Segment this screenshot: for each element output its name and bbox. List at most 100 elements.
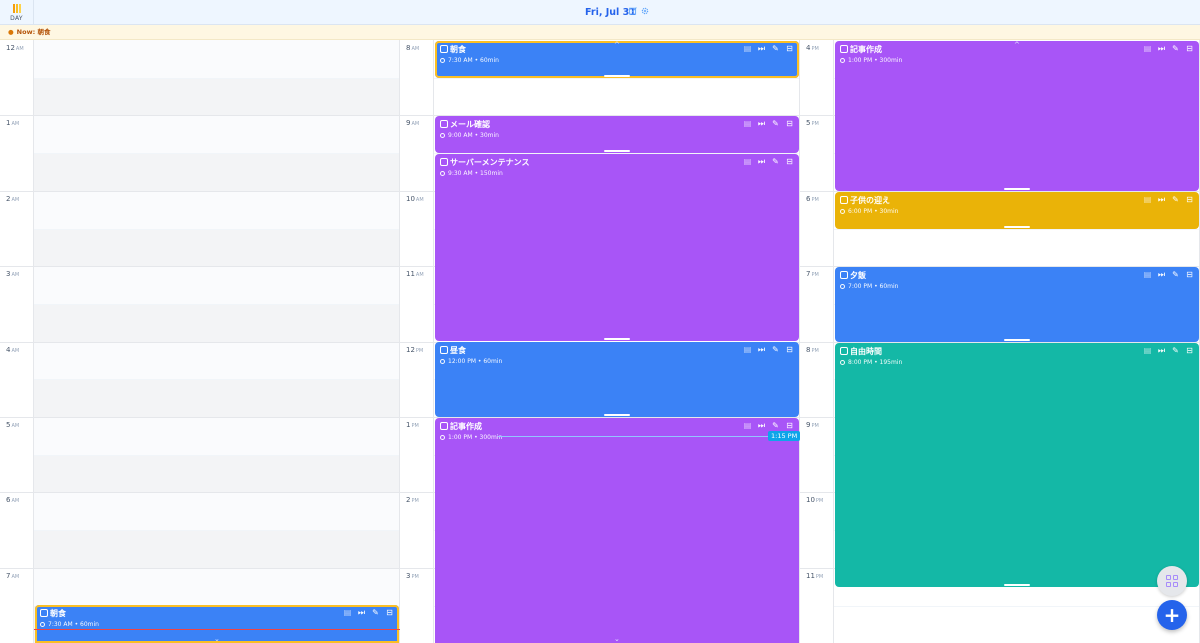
event-card[interactable]: 昼食 12:00 PM • 60min ▤ ⏭ ✎ ⊟ bbox=[435, 342, 799, 417]
complete-checkbox[interactable] bbox=[440, 346, 448, 354]
calendar-view-icon bbox=[12, 3, 21, 13]
slot-half-hour[interactable] bbox=[34, 228, 399, 267]
now-dot-icon: ● bbox=[8, 28, 14, 36]
edit-pencil-icon[interactable]: ✎ bbox=[1171, 270, 1180, 279]
edit-pencil-icon[interactable]: ✎ bbox=[771, 44, 780, 53]
slot-half-hour[interactable] bbox=[34, 303, 399, 342]
settings-gear-icon[interactable] bbox=[641, 7, 650, 16]
edit-pencil-icon[interactable]: ✎ bbox=[1171, 346, 1180, 355]
event-card[interactable]: 朝食 7:30 AM • 60min ▤ ⏭ ✎ ⊟ ⌄ bbox=[35, 605, 399, 643]
event-title: 朝食 bbox=[450, 45, 466, 54]
resize-handle[interactable] bbox=[604, 75, 630, 77]
skip-icon[interactable]: ⏭ bbox=[757, 119, 766, 128]
event-title: サーバーメンテナンス bbox=[450, 158, 530, 167]
resize-handle[interactable] bbox=[1004, 584, 1030, 586]
edit-date-icon[interactable] bbox=[629, 7, 638, 16]
skip-icon[interactable]: ⏭ bbox=[757, 44, 766, 53]
hour-divider bbox=[800, 341, 833, 343]
event-card[interactable]: 夕飯 7:00 PM • 60min ▤ ⏭ ✎ ⊟ bbox=[835, 267, 1199, 342]
event-card[interactable]: ^ 朝食 7:30 AM • 60min ▤ ⏭ ✎ ⊟ bbox=[435, 41, 799, 78]
event-card[interactable]: ^ 記事作成 1:00 PM • 300min ▤ ⏭ ✎ ⊟ bbox=[835, 41, 1199, 191]
complete-checkbox[interactable] bbox=[440, 120, 448, 128]
skip-icon[interactable]: ⏭ bbox=[757, 345, 766, 354]
complete-checkbox[interactable] bbox=[40, 609, 48, 617]
note-icon[interactable]: ▤ bbox=[1143, 44, 1152, 53]
complete-checkbox[interactable] bbox=[440, 422, 448, 430]
complete-checkbox[interactable] bbox=[840, 271, 848, 279]
inbox-icon[interactable]: ⊟ bbox=[785, 421, 794, 430]
event-card[interactable]: 自由時間 8:00 PM • 195min ▤ ⏭ ✎ ⊟ bbox=[835, 343, 1199, 587]
expand-down-icon[interactable]: ⌄ bbox=[214, 636, 220, 643]
complete-checkbox[interactable] bbox=[840, 347, 848, 355]
hour-divider bbox=[0, 567, 33, 569]
skip-icon[interactable]: ⏭ bbox=[1157, 195, 1166, 204]
complete-checkbox[interactable] bbox=[440, 158, 448, 166]
event-card[interactable]: サーバーメンテナンス 9:30 AM • 150min ▤ ⏭ ✎ ⊟ bbox=[435, 154, 799, 341]
add-event-button[interactable]: + bbox=[1157, 600, 1187, 630]
hour-divider bbox=[400, 266, 433, 268]
resize-handle[interactable] bbox=[1004, 339, 1030, 341]
inbox-icon[interactable]: ⊟ bbox=[785, 44, 794, 53]
event-card[interactable]: 記事作成 1:00 PM • 300min ▤ ⏭ ✎ ⊟ ⌄ bbox=[435, 418, 799, 643]
note-icon[interactable]: ▤ bbox=[743, 119, 752, 128]
expand-down-icon[interactable]: ⌄ bbox=[614, 636, 620, 643]
skip-icon[interactable]: ⏭ bbox=[757, 157, 766, 166]
skip-icon[interactable]: ⏭ bbox=[357, 608, 366, 617]
collapse-up-icon[interactable]: ^ bbox=[1014, 42, 1020, 49]
note-icon[interactable]: ▤ bbox=[743, 345, 752, 354]
half-hour-divider bbox=[34, 379, 399, 381]
clock-icon bbox=[840, 208, 845, 214]
slot-half-hour[interactable] bbox=[34, 454, 399, 493]
inbox-icon[interactable]: ⊟ bbox=[1185, 44, 1194, 53]
slot-half-hour[interactable] bbox=[34, 530, 399, 568]
event-card[interactable]: メール確認 9:00 AM • 30min ▤ ⏭ ✎ ⊟ bbox=[435, 116, 799, 153]
edit-pencil-icon[interactable]: ✎ bbox=[1171, 44, 1180, 53]
event-card[interactable]: 子供の迎え 6:00 PM • 30min ▤ ⏭ ✎ ⊟ bbox=[835, 192, 1199, 229]
hour-divider bbox=[800, 417, 833, 418]
complete-checkbox[interactable] bbox=[840, 45, 848, 53]
skip-icon[interactable]: ⏭ bbox=[1157, 346, 1166, 355]
inbox-icon[interactable]: ⊟ bbox=[385, 608, 394, 617]
complete-checkbox[interactable] bbox=[440, 45, 448, 53]
now-banner[interactable]: ● Now: 朝食 bbox=[0, 25, 1200, 40]
apps-grid-button[interactable] bbox=[1157, 566, 1187, 596]
edit-pencil-icon[interactable]: ✎ bbox=[771, 119, 780, 128]
resize-handle[interactable] bbox=[604, 150, 630, 152]
skip-icon[interactable]: ⏭ bbox=[1157, 270, 1166, 279]
event-title: 昼食 bbox=[450, 346, 466, 355]
inbox-icon[interactable]: ⊟ bbox=[785, 119, 794, 128]
note-icon[interactable]: ▤ bbox=[743, 421, 752, 430]
note-icon[interactable]: ▤ bbox=[743, 44, 752, 53]
resize-handle[interactable] bbox=[604, 338, 630, 340]
inbox-icon[interactable]: ⊟ bbox=[1185, 346, 1194, 355]
inbox-icon[interactable]: ⊟ bbox=[785, 157, 794, 166]
slot-half-hour[interactable] bbox=[34, 379, 399, 417]
note-icon[interactable]: ▤ bbox=[743, 157, 752, 166]
slot-half-hour[interactable] bbox=[34, 153, 399, 191]
skip-icon[interactable]: ⏭ bbox=[1157, 44, 1166, 53]
hour-label: 1AM bbox=[6, 119, 20, 128]
edit-pencil-icon[interactable]: ✎ bbox=[771, 157, 780, 166]
edit-pencil-icon[interactable]: ✎ bbox=[371, 608, 380, 617]
note-icon[interactable]: ▤ bbox=[1143, 346, 1152, 355]
slot-half-hour[interactable] bbox=[34, 77, 399, 116]
note-icon[interactable]: ▤ bbox=[1143, 195, 1152, 204]
inbox-icon[interactable]: ⊟ bbox=[1185, 195, 1194, 204]
resize-handle[interactable] bbox=[1004, 188, 1030, 190]
complete-checkbox[interactable] bbox=[840, 196, 848, 204]
edit-pencil-icon[interactable]: ✎ bbox=[771, 345, 780, 354]
collapse-up-icon[interactable]: ^ bbox=[614, 42, 620, 49]
resize-handle[interactable] bbox=[604, 414, 630, 416]
note-icon[interactable]: ▤ bbox=[1143, 270, 1152, 279]
skip-icon[interactable]: ⏭ bbox=[757, 421, 766, 430]
hour-divider bbox=[34, 190, 399, 192]
note-icon[interactable]: ▤ bbox=[343, 608, 352, 617]
hour-gutter-2: 8AM 9AM 10AM 11AM 12PM 1PM 2PM 3PM bbox=[400, 40, 434, 643]
time-slots-column-1[interactable] bbox=[34, 40, 400, 643]
inbox-icon[interactable]: ⊟ bbox=[785, 345, 794, 354]
view-switch-button[interactable]: DAY bbox=[0, 0, 34, 25]
edit-pencil-icon[interactable]: ✎ bbox=[1171, 195, 1180, 204]
edit-pencil-icon[interactable]: ✎ bbox=[771, 421, 780, 430]
resize-handle[interactable] bbox=[1004, 226, 1030, 228]
inbox-icon[interactable]: ⊟ bbox=[1185, 270, 1194, 279]
